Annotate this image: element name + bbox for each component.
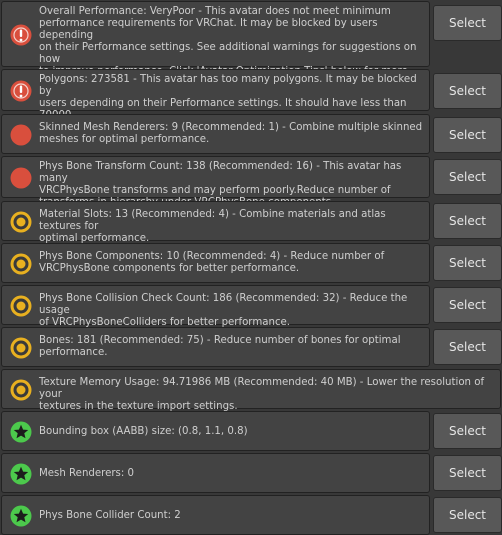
performance-message-box: Phys Bone Components: 10 (Recommended: 4… [1, 243, 430, 283]
performance-message-box: Skinned Mesh Renderers: 9 (Recommended: … [1, 114, 430, 154]
select-button[interactable]: Select [433, 455, 502, 491]
yellow-circle-icon [10, 337, 32, 359]
performance-message-box: Phys Bone Collider Count: 2 [1, 495, 430, 535]
performance-message-text: Bones: 181 (Recommended: 75) - Reduce nu… [39, 335, 401, 358]
select-button[interactable]: Select [433, 287, 502, 323]
red-circle-icon [10, 167, 32, 189]
performance-message-box: Phys Bone Transform Count: 138 (Recommen… [1, 156, 430, 208]
performance-item: Phys Bone Components: 10 (Recommended: 4… [0, 243, 502, 283]
performance-item: Overall Performance: VeryPoor - This ava… [0, 1, 502, 89]
performance-message-box: Bounding box (AABB) size: (0.8, 1.1, 0.8… [1, 411, 430, 451]
performance-message-box: Material Slots: 13 (Recommended: 4) - Co… [1, 201, 430, 244]
performance-message-text: Skinned Mesh Renderers: 9 (Recommended: … [39, 122, 423, 145]
performance-item: Bones: 181 (Recommended: 75) - Reduce nu… [0, 327, 502, 367]
performance-item: Phys Bone Collision Check Count: 186 (Re… [0, 285, 502, 328]
yellow-circle-icon [10, 379, 32, 401]
performance-message-box: Texture Memory Usage: 94.71986 MB (Recom… [1, 369, 501, 412]
performance-message-box: Mesh Renderers: 0 [1, 453, 430, 493]
select-button[interactable]: Select [433, 117, 502, 153]
performance-item: Phys Bone Transform Count: 138 (Recommen… [0, 156, 502, 208]
select-button[interactable]: Select [433, 329, 502, 365]
yellow-circle-icon [10, 295, 32, 317]
error-exclamation-icon [10, 24, 32, 46]
performance-message-box: Polygons: 273581 - This avatar has too m… [1, 69, 430, 133]
select-button[interactable]: Select [433, 245, 502, 281]
performance-message-text: Phys Bone Components: 10 (Recommended: 4… [39, 251, 385, 274]
select-button[interactable]: Select [433, 73, 502, 109]
performance-message-text: Phys Bone Collider Count: 2 [39, 510, 181, 521]
error-exclamation-icon [10, 80, 32, 102]
performance-message-box: Overall Performance: VeryPoor - This ava… [1, 1, 430, 89]
performance-message-text: Bounding box (AABB) size: (0.8, 1.1, 0.8… [39, 426, 248, 437]
green-star-icon [10, 421, 32, 443]
performance-item: Phys Bone Collider Count: 2 Select [0, 495, 502, 535]
red-circle-icon [10, 124, 32, 146]
green-star-icon [10, 463, 32, 485]
performance-item: Texture Memory Usage: 94.71986 MB (Recom… [0, 369, 502, 412]
select-button[interactable]: Select [433, 413, 502, 449]
performance-message-box: Bones: 181 (Recommended: 75) - Reduce nu… [1, 327, 430, 367]
select-button[interactable]: Select [433, 203, 502, 239]
avatar-performance-list: Overall Performance: VeryPoor - This ava… [0, 0, 502, 535]
performance-message-box: Phys Bone Collision Check Count: 186 (Re… [1, 285, 430, 328]
performance-message-text: Material Slots: 13 (Recommended: 4) - Co… [39, 209, 386, 244]
green-star-icon [10, 505, 32, 527]
performance-message-text: Texture Memory Usage: 94.71986 MB (Recom… [39, 377, 485, 412]
select-button[interactable]: Select [433, 159, 502, 195]
performance-message-text: Mesh Renderers: 0 [39, 468, 135, 479]
select-button[interactable]: Select [433, 497, 502, 533]
performance-item: Skinned Mesh Renderers: 9 (Recommended: … [0, 114, 502, 154]
performance-item: Bounding box (AABB) size: (0.8, 1.1, 0.8… [0, 411, 502, 451]
yellow-circle-icon [10, 211, 32, 233]
performance-item: Polygons: 273581 - This avatar has too m… [0, 69, 502, 133]
select-button[interactable]: Select [433, 5, 502, 41]
performance-item: Mesh Renderers: 0 Select [0, 453, 502, 493]
performance-item: Material Slots: 13 (Recommended: 4) - Co… [0, 201, 502, 244]
yellow-circle-icon [10, 253, 32, 275]
performance-message-text: Phys Bone Collision Check Count: 186 (Re… [39, 293, 408, 328]
